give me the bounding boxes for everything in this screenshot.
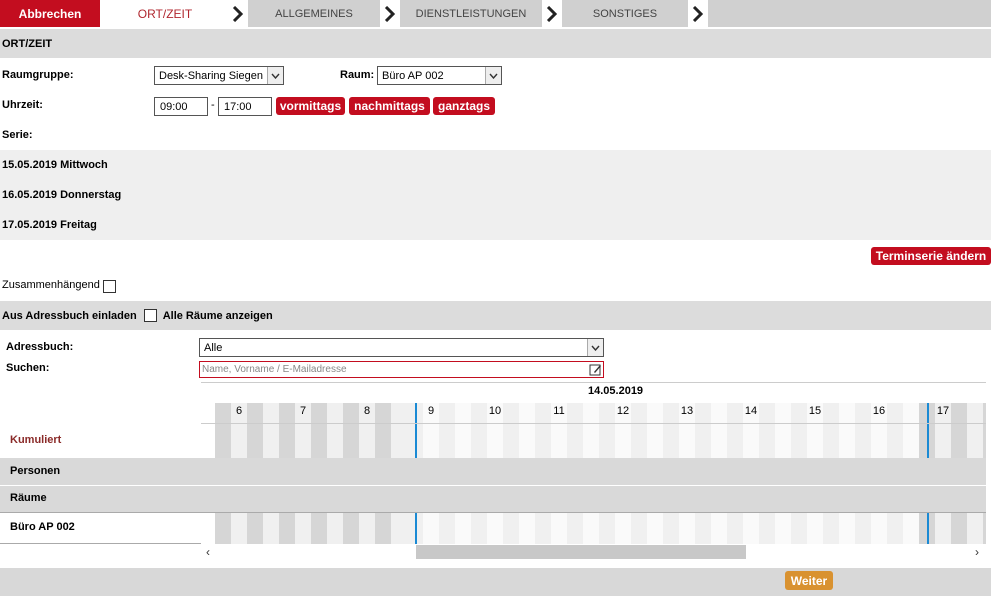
hour-label: 12 (616, 405, 630, 417)
timeline-bottom-divider (0, 543, 201, 544)
chevron-right-icon (380, 0, 400, 27)
row-kumuliert: Kumuliert (10, 434, 62, 446)
tab-dienstleistungen[interactable]: DIENSTLEISTUNGEN (400, 0, 542, 27)
time-separator: - (211, 99, 215, 111)
suchen-label: Suchen: (6, 362, 50, 374)
hour-label: 13 (680, 405, 694, 417)
hour-label: 10 (488, 405, 502, 417)
invite-header: Aus Adressbuch einladen Alle Räume anzei… (0, 300, 991, 330)
tab-sonstiges[interactable]: SONSTIGES (562, 0, 688, 27)
raum-select[interactable]: Büro AP 002 (377, 66, 502, 85)
series-item: 17.05.2019 Freitag (2, 219, 97, 231)
row-raeume: Räume (10, 492, 47, 504)
edit-icon[interactable] (589, 363, 602, 376)
time-from-input[interactable]: 09:00 (154, 97, 208, 116)
hour-label: 14 (744, 405, 758, 417)
hour-label: 11 (553, 405, 565, 417)
ganztags-button[interactable]: ganztags (433, 97, 495, 115)
raumgruppe-select[interactable]: Desk-Sharing Siegen (154, 66, 284, 85)
terminserie-aendern-button[interactable]: Terminserie ändern (871, 247, 991, 265)
series-item: 16.05.2019 Donnerstag (2, 189, 122, 201)
hour-label: 6 (235, 405, 243, 417)
vormittags-button[interactable]: vormittags (276, 97, 345, 115)
series-item: 15.05.2019 Mittwoch (2, 159, 108, 171)
weiter-button[interactable]: Weiter (785, 571, 833, 590)
horizontal-scrollbar-thumb[interactable] (416, 545, 746, 559)
chevron-down-icon (267, 67, 283, 84)
all-rooms-label: Alle Räume anzeigen (162, 309, 273, 322)
series-list (0, 150, 991, 240)
serie-label: Serie: (2, 129, 33, 141)
hour-label: 7 (299, 405, 307, 417)
invite-label: Aus Adressbuch einladen (2, 309, 137, 322)
chevron-right-icon (688, 0, 708, 27)
raumgruppe-value: Desk-Sharing Siegen (159, 69, 263, 82)
wizard-bar: Abbrechen ORT/ZEIT ALLGEMEINES DIENSTLEI… (0, 0, 991, 27)
cancel-button[interactable]: Abbrechen (0, 0, 100, 27)
chevron-down-icon (485, 67, 501, 84)
all-rooms-checkbox[interactable] (143, 309, 157, 322)
hour-label: 15 (808, 405, 822, 417)
nachmittags-button[interactable]: nachmittags (349, 97, 430, 115)
hour-label: 16 (872, 405, 886, 417)
timeline-divider (201, 382, 986, 383)
timeline-header-divider (201, 423, 986, 424)
chevron-right-icon (228, 0, 248, 27)
footer-bar (0, 566, 991, 596)
row-room-buero: Büro AP 002 (10, 521, 75, 533)
timeline-date: 14.05.2019 (588, 385, 644, 397)
raum-value: Büro AP 002 (382, 69, 444, 82)
timeline-band-divider (0, 485, 986, 486)
scroll-left-icon[interactable]: ‹ (206, 545, 210, 559)
chevron-down-icon (587, 339, 603, 356)
scroll-right-icon[interactable]: › (975, 545, 979, 559)
time-to-input[interactable]: 17:00 (218, 97, 272, 116)
hour-label: 8 (363, 405, 371, 417)
tab-ort-zeit[interactable]: ORT/ZEIT (100, 0, 230, 27)
chevron-right-icon (542, 0, 562, 27)
timeline-band-divider (0, 512, 986, 513)
hour-label: 9 (427, 405, 435, 417)
raumgruppe-label: Raumgruppe: (2, 69, 74, 81)
search-placeholder: Name, Vorname / E-Mailadresse (202, 364, 347, 375)
adressbuch-label: Adressbuch: (6, 341, 74, 353)
search-input[interactable]: Name, Vorname / E-Mailadresse (199, 361, 604, 378)
raum-label: Raum: (340, 69, 375, 81)
adressbuch-value: Alle (204, 341, 223, 354)
tab-allgemeines[interactable]: ALLGEMEINES (248, 0, 380, 27)
hour-label: 17 (936, 405, 950, 417)
zusammenhaengend-checkbox[interactable] (103, 280, 116, 293)
row-personen: Personen (10, 465, 61, 477)
adressbuch-select[interactable]: Alle (199, 338, 604, 357)
section-title: ORT/ZEIT (0, 28, 991, 58)
zusammenhaengend-label: Zusammenhängend (2, 279, 100, 291)
uhrzeit-label: Uhrzeit: (2, 99, 43, 111)
